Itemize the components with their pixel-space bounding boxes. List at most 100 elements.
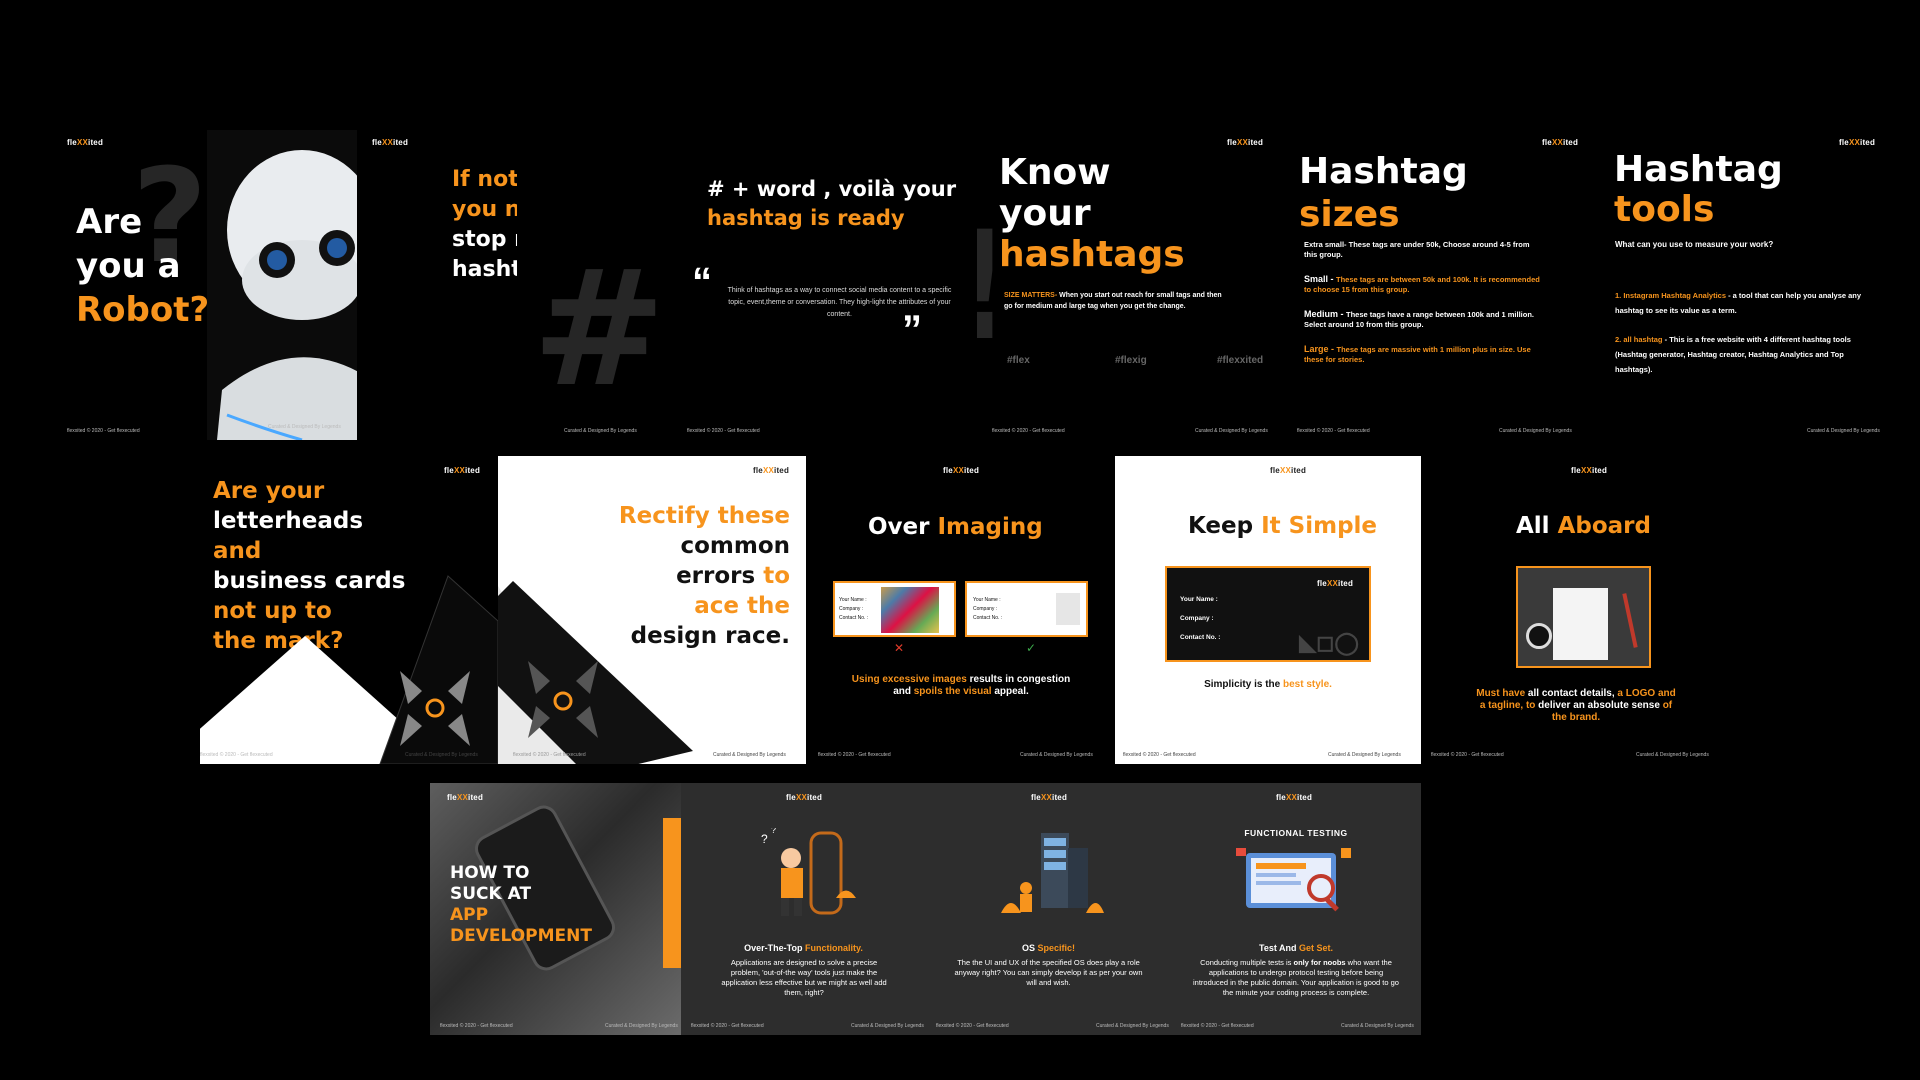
slide-letterheads[interactable]: fleXXited Are your letterheads and busin… <box>200 456 498 764</box>
section-heading: Test And Get Set. <box>1258 943 1333 953</box>
text-line-4: hashtags. <box>452 257 517 282</box>
slide-functionality[interactable]: fleXXited ? ? Over-The-Top Functionality… <box>681 783 926 1035</box>
title-line-2: tools <box>1614 189 1715 230</box>
slide-keep-it-simple[interactable]: fleXXited Keep It Simple Your Name : Comp… <box>1115 456 1421 764</box>
footer-copy: flexxited © 2020 - Get flexecuted <box>691 1023 764 1029</box>
heading-line-2: hashtag is ready <box>707 206 905 230</box>
text-line-1: Rectify these <box>618 503 790 529</box>
slide-app-development[interactable]: fleXXited HOW TO SUCK AT APP DEVELOPMENT… <box>430 783 681 1035</box>
description: Using excessive images results in conges… <box>851 674 1071 697</box>
banner-title: FUNCTIONAL TESTING <box>1244 828 1348 838</box>
title-line-2: SUCK AT <box>450 884 532 904</box>
logo-mark <box>1056 593 1080 625</box>
bad-cross-icon: ✕ <box>894 641 905 655</box>
svg-text:?: ? <box>761 832 768 846</box>
footer-copy: flexxited © 2020 - Get flexecuted <box>1181 1023 1254 1029</box>
size-extra-small: Extra small- These tags are under 50k, C… <box>1304 240 1530 259</box>
close-quote-icon: ” <box>902 308 922 352</box>
footer-copy: flexxited © 2020 - Get flexecuted <box>687 428 760 434</box>
footer-copy: flexxited © 2020 - Get flexecuted <box>1297 428 1370 434</box>
card-good-example: Your Name : Company : Contact No. : <box>965 581 1088 637</box>
text-line-1: If not then <box>452 167 517 192</box>
title-line-1: Are <box>76 202 143 242</box>
card-logo-mark: ◣◻◯ <box>1299 630 1359 655</box>
footer-credit: Curated & Designed By Legends <box>1499 428 1572 434</box>
slide-hashtag-word[interactable]: # # + word , voilà your hashtag is ready… <box>517 130 977 440</box>
text-line-2: common <box>680 533 790 559</box>
question-illustration: ? ? <box>761 828 856 916</box>
slide-hashtag-tools[interactable]: fleXXited Hashtag tools What can you use… <box>1597 130 1887 440</box>
robot-photo <box>207 130 377 440</box>
text-line-5: design race. <box>630 623 790 649</box>
orange-accent-bar <box>663 818 681 968</box>
footer-copy: flexxited © 2020 - Get flexecuted <box>936 1023 1009 1029</box>
slide-rectify-errors[interactable]: fleXXited Rectify these common errors to… <box>498 456 806 764</box>
tool-item-1: 1. Instagram Hashtag Analytics - a tool … <box>1615 291 1862 315</box>
footer-credit: Curated & Designed By Legends <box>1636 752 1709 758</box>
title-line-1: HOW TO <box>450 863 530 883</box>
slide-all-aboard[interactable]: fleXXited All Aboard Must have all conta… <box>1421 456 1727 764</box>
section-heading: OS Specific! <box>1021 943 1076 953</box>
title: Keep It Simple <box>1188 513 1378 539</box>
brand-logo: fleXXited <box>1227 138 1264 147</box>
section-text: Applications are designed to solve a pre… <box>721 958 887 997</box>
slide-are-you-robot[interactable]: fleXXited ? Are you a Robot? flexxited ©… <box>52 130 207 440</box>
title: Over Imaging <box>868 514 1043 540</box>
hash-watermark-2: # <box>532 235 667 422</box>
brand-logo: fleXXited <box>1571 466 1608 475</box>
brand-logo: fleXXited <box>943 466 980 475</box>
svg-text:?: ? <box>771 828 776 835</box>
slide-hashtag-sizes[interactable]: fleXXited Hashtag sizes Extra small- The… <box>1287 130 1597 440</box>
brand-logo: fleXXited <box>1270 466 1307 475</box>
size-matters-text: SIZE MATTERS- When you start out reach f… <box>1004 292 1222 310</box>
collage-image <box>881 587 939 633</box>
section-text: The the UI and UX of the specified OS do… <box>954 958 1143 987</box>
title-line-1: Hashtag <box>1614 149 1783 190</box>
slide-functional-testing[interactable]: fleXXited FUNCTIONAL TESTING Test And Ge… <box>1171 783 1421 1035</box>
title-line-2: your <box>999 193 1091 234</box>
footer-copy: flexxited © 2020 - Get flexecuted <box>992 428 1065 434</box>
footer-credit: Curated & Designed By Legends <box>1328 752 1401 758</box>
section-heading: Over-The-Top Functionality. <box>744 943 863 953</box>
size-medium: Medium - These tags have a range between… <box>1304 309 1534 329</box>
slide-robot-image[interactable]: fleXXited # If not then you need to stop… <box>207 130 517 440</box>
footer-credit: Curated & Designed By Legends <box>713 752 786 758</box>
white-diamond-card <box>200 575 498 764</box>
slide-os-specific[interactable]: fleXXited OS Specific! The the UI and UX… <box>926 783 1171 1035</box>
good-check-icon: ✓ <box>1026 641 1037 655</box>
title-line-2: you a <box>76 246 181 286</box>
title-line-3: APP <box>450 905 489 925</box>
brand-logo: fleXXited <box>1031 793 1068 802</box>
text-line-3: errors to <box>676 563 790 589</box>
size-small: Small - These tags are between 50k and 1… <box>1304 274 1540 294</box>
footer-copy: flexxited © 2020 - Get flexecuted <box>513 752 586 758</box>
title-line-1: Know <box>999 152 1111 193</box>
tag-flexig: #flexig <box>1115 355 1147 366</box>
title-line-4: DEVELOPMENT <box>450 926 592 946</box>
title-line-3: hashtags <box>999 234 1185 275</box>
description: Simplicity is the best style. <box>1204 679 1332 690</box>
server-illustration <box>1001 833 1104 913</box>
footer-credit: Curated & Designed By Legends <box>1096 1023 1169 1029</box>
stationery-photo <box>1516 566 1651 668</box>
footer-copy: flexxited © 2020 - Get flexecuted <box>1431 752 1504 758</box>
slide-know-hashtags[interactable]: ! fleXXited Know your hashtags SIZE MATT… <box>977 130 1287 440</box>
size-large: Large - These tags are massive with 1 mi… <box>1304 344 1531 364</box>
slide-over-imaging[interactable]: fleXXited Over Imaging Your Name : Compan… <box>808 456 1114 764</box>
text-line-2: you need to <box>452 197 517 222</box>
footer-credit: Curated & Designed By Legends <box>1195 428 1268 434</box>
footer-credit: Curated & Designed By Legends <box>1341 1023 1414 1029</box>
footer-copy: flexxited © 2020 - Get flexecuted <box>440 1023 513 1029</box>
open-quote-icon: “ <box>692 260 712 304</box>
brand-logo: fleXXited <box>1839 138 1876 147</box>
brand-logo: fleXXited <box>1542 138 1579 147</box>
simple-business-card: Your Name : Company : Contact No. : fleXXi… <box>1165 566 1371 662</box>
heading-line-1: # + word , voilà your <box>707 177 957 201</box>
footer-credit: Curated & Designed By Legends <box>564 428 637 434</box>
footer-credit: Curated & Designed By Legends <box>851 1023 924 1029</box>
description: Must have all contact details, a LOGO an… <box>1476 688 1676 723</box>
title-line-2: sizes <box>1299 194 1400 235</box>
footer-copy: flexxited © 2020 - Get flexecuted <box>818 752 891 758</box>
footer-credit: Curated & Designed By Legends <box>1807 428 1880 434</box>
text-line-3: stop repeating <box>452 227 517 252</box>
